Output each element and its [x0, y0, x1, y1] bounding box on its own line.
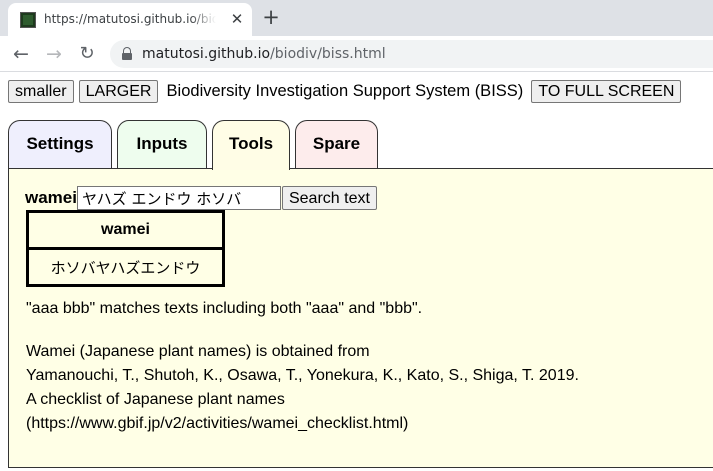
forward-arrow-icon[interactable]: →	[43, 43, 65, 65]
browser-tab-strip: https://matutosi.github.io/biodiv ✕ +	[0, 0, 713, 36]
smaller-button[interactable]: smaller	[8, 80, 74, 103]
search-hint-text: "aaa bbb" matches texts including both "…	[26, 300, 423, 317]
larger-button[interactable]: LARGER	[78, 80, 159, 103]
search-input[interactable]	[76, 186, 281, 210]
browser-toolbar: ← → ↻ matutosi.github.io/biodiv/biss.htm…	[0, 36, 713, 72]
search-text-button[interactable]: Search text	[281, 186, 377, 210]
browser-tab[interactable]: https://matutosi.github.io/biodiv ✕	[8, 3, 252, 36]
address-url[interactable]: matutosi.github.io/biodiv/biss.html	[142, 46, 386, 62]
citation-line: Yamanouchi, T., Shutoh, K., Osawa, T., Y…	[26, 367, 579, 384]
page-title: Biodiversity Investigation Support Syste…	[166, 82, 524, 100]
tools-panel: wamei Search text wamei ホソバヤハズエンドウ "aaa b…	[8, 168, 713, 468]
table-row: ホソバヤハズエンドウ	[26, 247, 225, 287]
url-path: /biodiv/biss.html	[270, 46, 386, 62]
lock-icon[interactable]	[122, 47, 132, 60]
url-host: matutosi.github.io	[142, 46, 271, 62]
back-arrow-icon[interactable]: ←	[10, 43, 32, 65]
search-label: wamei	[25, 188, 77, 207]
tab-spare[interactable]: Spare	[295, 120, 378, 168]
full-screen-button[interactable]: TO FULL SCREEN	[531, 80, 682, 103]
table-header-row: wamei	[26, 210, 225, 250]
results-table: wamei ホソバヤハズエンドウ	[26, 210, 225, 287]
new-tab-icon[interactable]: +	[260, 7, 282, 29]
close-tab-icon[interactable]: ✕	[228, 10, 246, 28]
browser-tab-title: https://matutosi.github.io/biodiv	[44, 12, 216, 26]
address-bar[interactable]: matutosi.github.io/biodiv/biss.html	[110, 40, 713, 68]
citation-text: Wamei (Japanese plant names) is obtained…	[26, 340, 579, 436]
tab-inputs[interactable]: Inputs	[117, 120, 207, 168]
header-bar: smaller LARGER Biodiversity Investigatio…	[8, 80, 682, 103]
column-header: wamei	[26, 210, 225, 250]
search-row: wamei Search text	[25, 186, 377, 210]
tab-settings[interactable]: Settings	[8, 120, 112, 168]
page-content: smaller LARGER Biodiversity Investigatio…	[0, 73, 713, 471]
reload-icon[interactable]: ↻	[76, 43, 98, 65]
citation-line: A checklist of Japanese plant names	[26, 391, 285, 408]
tab-tools[interactable]: Tools	[212, 120, 290, 170]
citation-line: Wamei (Japanese plant names) is obtained…	[26, 343, 370, 360]
table-cell: ホソバヤハズエンドウ	[26, 247, 225, 287]
citation-line: (https://www.gbif.jp/v2/activities/wamei…	[26, 415, 409, 432]
site-favicon-icon	[20, 12, 36, 28]
